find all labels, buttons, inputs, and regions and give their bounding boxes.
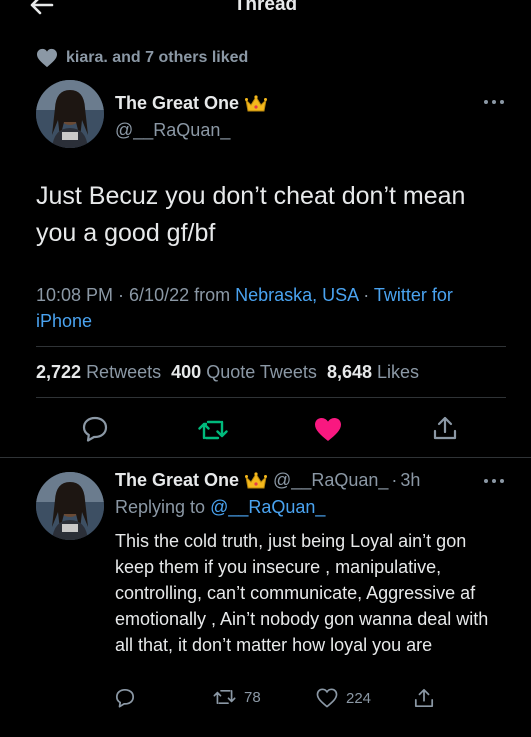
replying-to-handle[interactable]: @__RaQuan_ xyxy=(210,497,325,517)
more-icon[interactable] xyxy=(483,98,505,106)
like-icon[interactable] xyxy=(314,417,342,442)
crown-emoji-icon xyxy=(245,94,268,111)
liked-by-text: kiara. and 7 others liked xyxy=(66,49,249,66)
tweet-text: Just Becuz you don’t cheat don’t mean yo… xyxy=(36,182,466,247)
more-icon[interactable] xyxy=(483,477,505,485)
reply-reply-button[interactable] xyxy=(115,688,143,708)
avatar[interactable] xyxy=(36,80,104,148)
retweet-icon xyxy=(213,689,236,705)
reply-header: The Great One @__RaQuan_ · 3h xyxy=(115,470,420,491)
reply-avatar[interactable] xyxy=(36,472,104,540)
reply-icon[interactable] xyxy=(82,416,108,442)
quote-tweets-stat[interactable]: 400 Quote Tweets xyxy=(171,362,317,382)
divider xyxy=(36,397,506,398)
divider xyxy=(36,346,506,347)
tweet-stats: 2,722 Retweets 400 Quote Tweets 8,648 Li… xyxy=(36,362,419,383)
share-icon[interactable] xyxy=(432,415,458,441)
avatar-image xyxy=(36,80,104,148)
tweet-location-link[interactable]: Nebraska, USA xyxy=(235,285,358,305)
retweet-icon[interactable] xyxy=(198,418,228,442)
crown-emoji-icon xyxy=(245,471,268,488)
tweet-date[interactable]: 6/10/22 xyxy=(129,285,189,305)
page-title: Thread xyxy=(233,0,298,15)
top-bar: Thread xyxy=(0,0,531,22)
tweet-meta: 10:08 PM · 6/10/22 from Nebraska, USA · … xyxy=(36,285,453,331)
reply-author-name[interactable]: The Great One xyxy=(115,470,239,491)
social-context[interactable]: kiara. and 7 others liked xyxy=(36,46,248,70)
reply-icon xyxy=(115,688,135,708)
reply-age[interactable]: 3h xyxy=(400,470,420,491)
reply-handle[interactable]: @__RaQuan_ xyxy=(273,470,388,491)
divider xyxy=(0,457,531,458)
likes-stat[interactable]: 8,648 Likes xyxy=(327,362,419,382)
reply-text: This the cold truth, just being Loyal ai… xyxy=(115,531,489,655)
reply-share-button[interactable] xyxy=(414,688,442,708)
separator-dot: · xyxy=(391,470,398,490)
retweets-stat[interactable]: 2,722 Retweets xyxy=(36,362,161,382)
replying-to: Replying to @__RaQuan_ xyxy=(115,497,326,517)
author-name[interactable]: The Great One xyxy=(115,93,268,114)
tweet-time[interactable]: 10:08 PM xyxy=(36,285,113,305)
share-icon xyxy=(414,688,434,708)
heart-icon xyxy=(37,48,57,68)
reply-retweet-button[interactable]: 78 xyxy=(213,688,261,706)
reply-like-count: 224 xyxy=(346,689,372,707)
avatar-image xyxy=(36,472,104,540)
reply-like-button[interactable]: 224 xyxy=(316,688,371,708)
like-icon xyxy=(316,688,338,708)
author-handle: @__RaQuan_ xyxy=(115,120,231,140)
from-label: from xyxy=(194,285,231,305)
reply-retweet-count: 78 xyxy=(244,688,261,706)
